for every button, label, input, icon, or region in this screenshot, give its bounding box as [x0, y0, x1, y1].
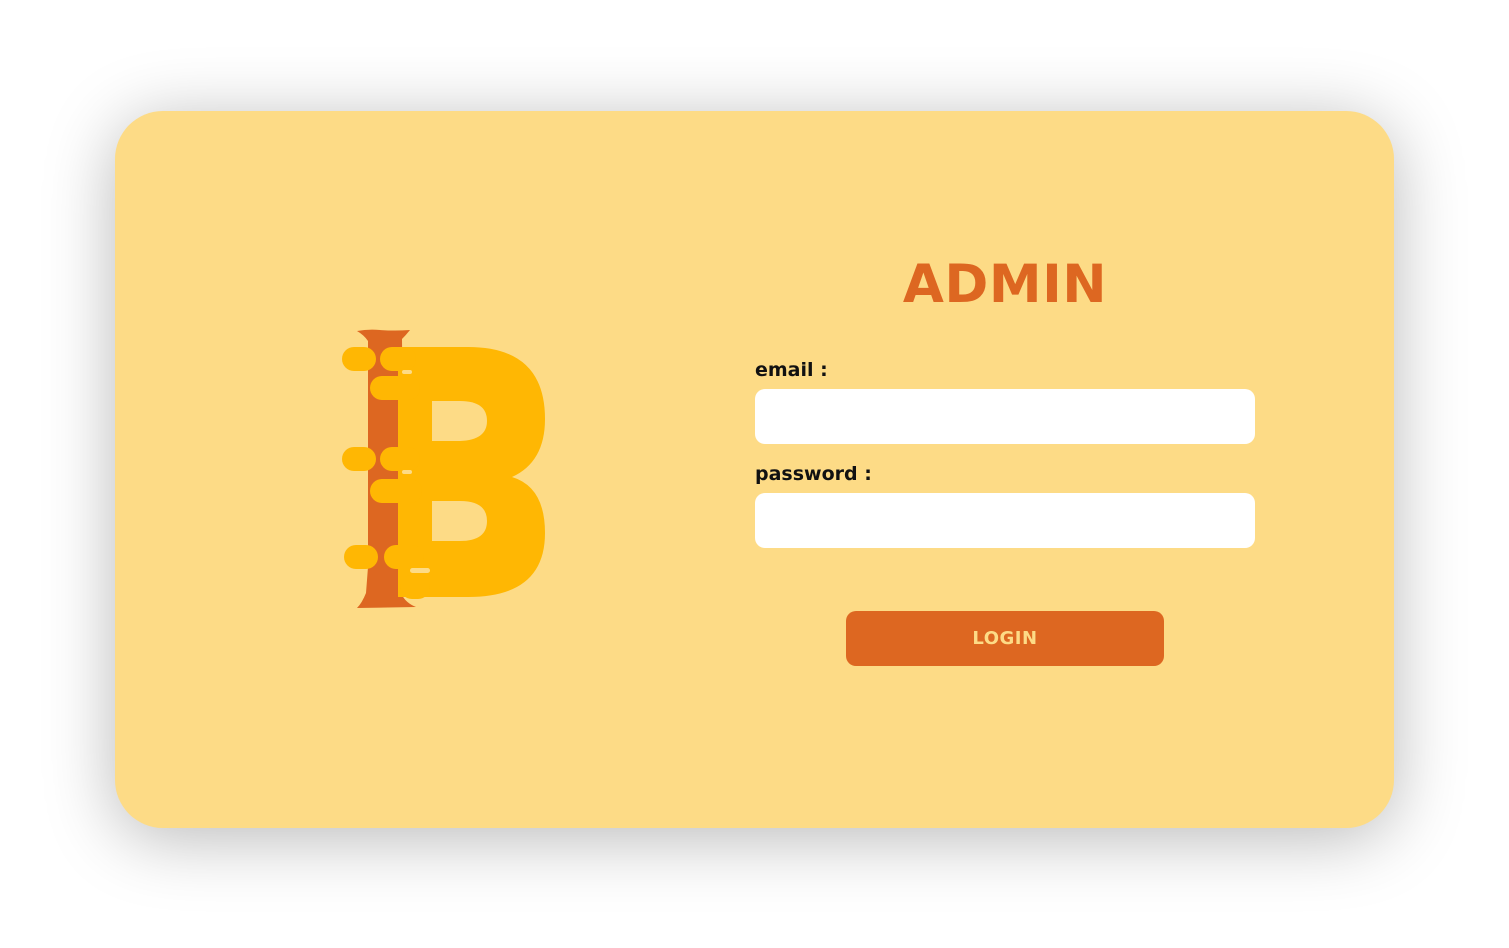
email-label: email :	[755, 359, 828, 381]
password-field[interactable]	[755, 493, 1255, 548]
password-label: password :	[755, 463, 872, 485]
login-button[interactable]: LOGIN	[846, 611, 1164, 666]
login-form: ADMIN email : password : LOGIN	[755, 111, 1255, 828]
page-title: ADMIN	[902, 254, 1108, 315]
email-field[interactable]	[755, 389, 1255, 444]
b-letter-logo-icon	[340, 327, 555, 612]
login-card: ADMIN email : password : LOGIN	[115, 111, 1394, 828]
